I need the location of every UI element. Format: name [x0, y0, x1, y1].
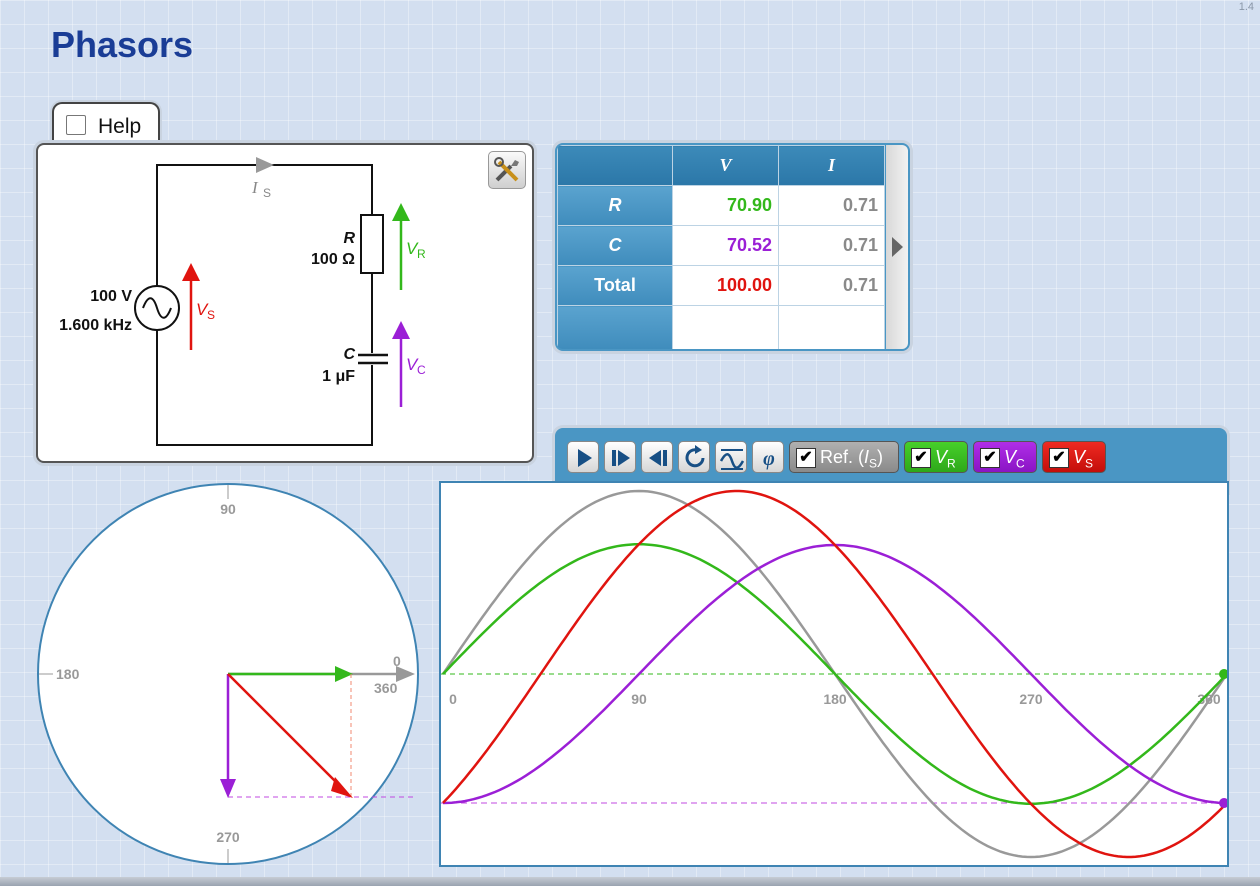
circuit-wire — [156, 164, 373, 446]
resistor[interactable] — [360, 214, 384, 274]
row-name: Total — [557, 265, 673, 306]
vs-toggle[interactable]: ✔ VS — [1042, 441, 1106, 473]
play-button[interactable] — [567, 441, 599, 473]
x-tick-label: 270 — [1019, 691, 1043, 707]
values-table: V I R 70.90 0.71 C 70.52 0.71 Total 100.… — [557, 145, 885, 349]
vc-phasor-head-icon — [220, 779, 236, 798]
resistor-value[interactable]: 100 Ω — [311, 251, 355, 268]
ref-checkbox[interactable]: ✔ — [796, 448, 816, 468]
vc-checkbox[interactable]: ✔ — [980, 448, 1000, 468]
help-label: Help — [98, 115, 142, 138]
vr-toggle[interactable]: ✔ VR — [904, 441, 968, 473]
x-tick-label: 0 — [449, 691, 457, 707]
ref-label: Ref. (IS) — [820, 447, 884, 471]
vc-toggle-label: VC — [1004, 447, 1025, 471]
capacitor-value[interactable]: 1 μF — [322, 368, 355, 385]
table-row: R 70.90 0.71 — [557, 185, 885, 226]
row-voltage: 70.90 — [672, 185, 779, 226]
row-voltage: 100.00 — [672, 265, 779, 306]
vr-phasor-head-icon — [335, 666, 353, 682]
reset-icon — [685, 445, 705, 468]
play-icon — [578, 449, 592, 467]
x-tick-label: 90 — [631, 691, 647, 707]
angle-label-270: 270 — [216, 829, 240, 845]
settings-button[interactable] — [488, 151, 526, 189]
empty-cell — [557, 305, 673, 349]
vc-arrowhead-icon — [392, 321, 410, 339]
end-marker — [1219, 669, 1229, 679]
table-row — [557, 305, 885, 349]
phi-icon: φ — [763, 448, 775, 470]
circuit-panel: I S 100 V 1.600 kHz V S R 100 Ω V R C 1 … — [36, 143, 534, 463]
vr-sub: R — [417, 247, 426, 261]
angle-label-360: 360 — [374, 680, 398, 696]
waveform-plot: 0 90 180 270 360 — [439, 481, 1229, 867]
expand-arrow-icon[interactable] — [892, 237, 903, 257]
current-sub: S — [263, 186, 271, 200]
vr-toggle-label: VR — [935, 447, 956, 471]
vs-arrowhead-icon — [182, 263, 200, 281]
vs-sub: S — [207, 308, 215, 322]
vr-arrowhead-icon — [392, 203, 410, 221]
row-name: C — [557, 225, 673, 266]
row-current: 0.71 — [778, 225, 885, 266]
vs-phasor-head-icon — [331, 777, 353, 798]
capacitor-name: C — [343, 346, 355, 363]
x-tick-label: 180 — [823, 691, 847, 707]
resistor-name: R — [343, 230, 355, 247]
waveform-chart: 0 90 180 270 360 — [441, 489, 1229, 859]
table-scroll-bar[interactable] — [886, 145, 908, 349]
row-current: 0.71 — [778, 185, 885, 226]
phasor-diagram: 90 180 0 360 270 — [37, 483, 419, 865]
angle-label-180: 180 — [56, 666, 80, 682]
circuit-diagram: I S 100 V 1.600 kHz V S R 100 Ω V R C 1 … — [59, 157, 426, 446]
table-header-blank — [557, 145, 673, 186]
ref-is-toggle[interactable]: ✔ Ref. (IS) — [789, 441, 899, 473]
end-marker — [1219, 798, 1229, 809]
reset-button[interactable] — [678, 441, 710, 473]
svg-text:φ: φ — [763, 448, 775, 470]
angle-label-90: 90 — [220, 501, 236, 517]
table-header-v: V — [672, 145, 779, 186]
row-name: R — [557, 185, 673, 226]
table-header-i: I — [778, 145, 885, 186]
row-current: 0.71 — [778, 265, 885, 306]
vs-checkbox[interactable]: ✔ — [1049, 448, 1069, 468]
empty-cell — [672, 305, 779, 349]
step-back-icon — [649, 450, 667, 466]
current-label: I — [251, 178, 259, 197]
source-voltage[interactable]: 100 V — [90, 288, 132, 305]
vc-sub: C — [417, 363, 426, 377]
row-voltage: 70.52 — [672, 225, 779, 266]
values-table-panel: V I R 70.90 0.71 C 70.52 0.71 Total 100.… — [555, 143, 910, 351]
phasor-chart: 90 180 0 360 270 — [39, 485, 417, 863]
table-row: Total 100.00 0.71 — [557, 265, 885, 306]
empty-cell — [778, 305, 885, 349]
step-forward-button[interactable] — [604, 441, 636, 473]
help-tab[interactable]: Help — [52, 102, 160, 146]
step-back-button[interactable] — [641, 441, 673, 473]
waveform-button[interactable] — [715, 441, 747, 473]
vr-checkbox[interactable]: ✔ — [911, 448, 931, 468]
vs-toggle-label: VS — [1073, 447, 1094, 471]
current-arrow-icon — [256, 157, 274, 173]
waveform-icon — [719, 449, 745, 470]
ref-phasor-head-icon — [396, 666, 415, 682]
vs-phasor — [227, 673, 343, 789]
table-row: C 70.52 0.71 — [557, 225, 885, 266]
bottom-bar — [0, 877, 1260, 886]
step-forward-icon — [612, 450, 630, 466]
help-checkbox[interactable] — [66, 115, 86, 135]
page-title: Phasors — [51, 24, 194, 65]
phase-button[interactable]: φ — [752, 441, 784, 473]
source-frequency[interactable]: 1.600 kHz — [59, 317, 132, 334]
vc-toggle[interactable]: ✔ VC — [973, 441, 1037, 473]
tools-icon — [494, 157, 519, 182]
version-label: 1.4 — [1238, 1, 1254, 13]
